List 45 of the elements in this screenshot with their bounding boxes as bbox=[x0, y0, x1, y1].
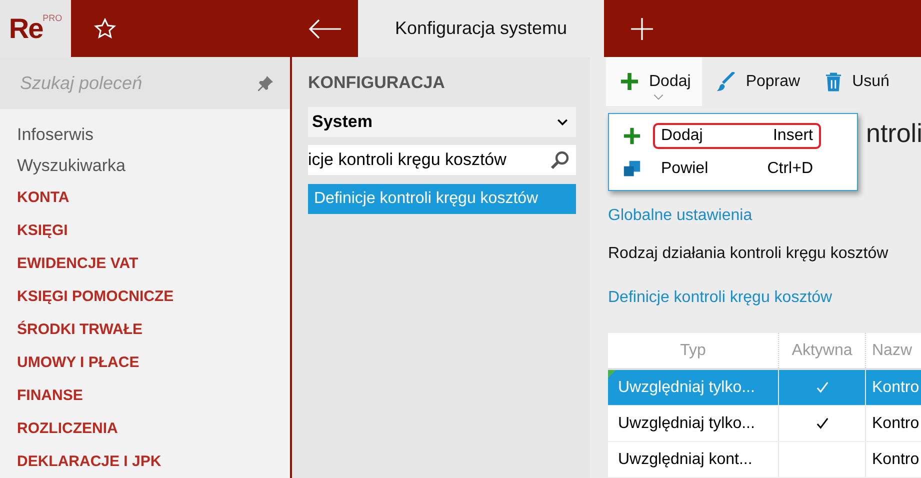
menu-link[interactable]: Infoserwis bbox=[17, 119, 290, 150]
config-list-item[interactable]: Definicje kontroli kręgu kosztów bbox=[308, 184, 576, 214]
back-arrow-icon[interactable] bbox=[308, 18, 342, 38]
plus-icon[interactable] bbox=[630, 16, 654, 40]
module-menu-item[interactable]: ROZLICZENIA bbox=[17, 412, 290, 445]
module-menu-item[interactable]: ŚRODKI TRWAŁE bbox=[17, 313, 290, 346]
section-link[interactable]: Globalne ustawienia bbox=[608, 207, 921, 225]
pin-icon[interactable] bbox=[258, 75, 274, 91]
chevron-down-icon bbox=[557, 118, 568, 126]
setting-label: Rodzaj działania kontroli kręgu kosztów bbox=[608, 245, 890, 263]
star-icon[interactable] bbox=[93, 16, 117, 40]
plus-icon bbox=[620, 72, 639, 91]
add-button[interactable]: Dodaj bbox=[606, 57, 702, 106]
module-menu-item[interactable]: EWIDENCJE VAT bbox=[17, 247, 290, 280]
module-menu-item[interactable]: DEKLARACJE I JPK bbox=[17, 445, 290, 478]
copy-icon bbox=[623, 160, 641, 178]
table-row[interactable]: Uwzględniaj tylko... Kontro bbox=[608, 406, 921, 442]
menu-link[interactable]: Wyszukiwarka bbox=[17, 150, 290, 181]
caret-icon bbox=[653, 94, 664, 100]
module-menu-item[interactable]: KSIĘGI bbox=[17, 214, 290, 247]
column-header[interactable]: Typ bbox=[608, 333, 779, 368]
page-heading: ntroli bbox=[866, 118, 921, 150]
panel-title: KONFIGURACJA bbox=[308, 73, 446, 93]
delete-button[interactable]: Usuń bbox=[811, 57, 900, 106]
corner-marker-icon bbox=[608, 370, 616, 378]
category-dropdown[interactable]: System bbox=[308, 107, 576, 137]
menu-item[interactable]: Powiel Ctrl+D bbox=[653, 156, 821, 182]
search-icon[interactable] bbox=[550, 150, 570, 170]
search-field[interactable]: icje kontroli kręgu kosztów bbox=[308, 145, 576, 175]
module-menu-item[interactable]: UMOWY I PŁACE bbox=[17, 346, 290, 379]
search-field[interactable]: Szukaj poleceń bbox=[0, 57, 290, 109]
plus-icon bbox=[623, 126, 641, 144]
module-menu-item[interactable]: FINANSE bbox=[17, 379, 290, 412]
search-input[interactable]: Szukaj poleceń bbox=[18, 72, 258, 94]
trash-icon bbox=[825, 72, 842, 92]
column-header[interactable]: Aktywna bbox=[779, 333, 866, 368]
column-header[interactable]: Nazw bbox=[866, 333, 921, 368]
menu-item[interactable]: Dodaj Insert bbox=[653, 122, 821, 148]
section-link[interactable]: Definicje kontroli kręgu kosztów bbox=[608, 289, 921, 307]
brush-icon bbox=[716, 72, 736, 92]
edit-button[interactable]: Popraw bbox=[702, 57, 812, 106]
module-menu-item[interactable]: KONTA bbox=[17, 181, 290, 214]
table-row[interactable]: Uwzględniaj tylko... Kontro bbox=[608, 370, 921, 406]
module-menu-item[interactable]: KSIĘGI POMOCNICZE bbox=[17, 280, 290, 313]
table-row[interactable]: Uwzględniaj kont... Kontro bbox=[608, 442, 921, 478]
